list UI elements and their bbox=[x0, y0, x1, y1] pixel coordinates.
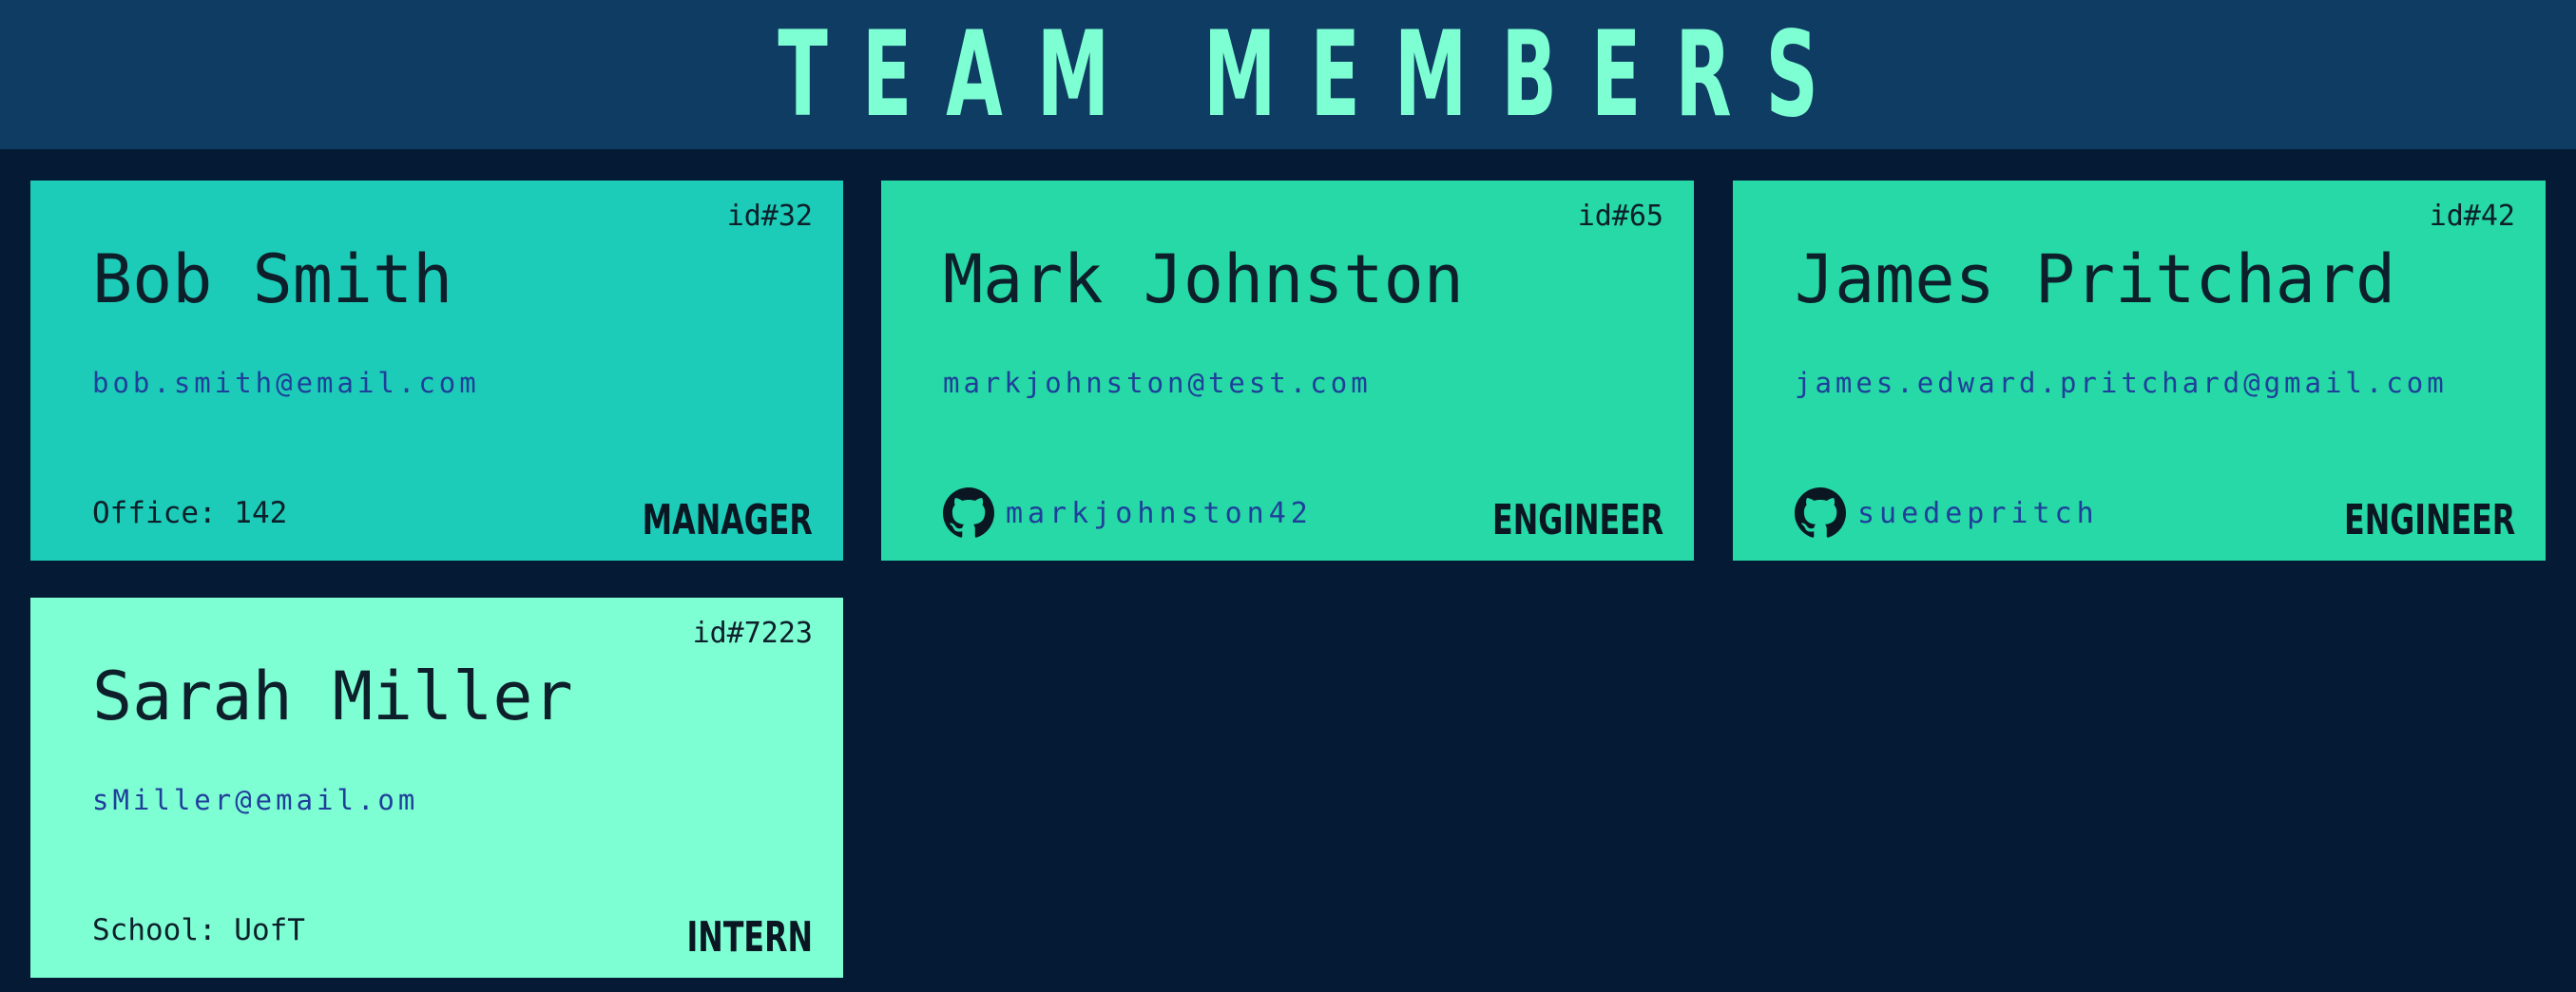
github-icon bbox=[943, 487, 994, 539]
member-footer: markjohnston42 bbox=[943, 486, 1313, 540]
member-email-link[interactable]: james.edward.pritchard@gmail.com bbox=[1795, 367, 2448, 399]
member-id: id#65 bbox=[1577, 200, 1663, 233]
member-email-link[interactable]: markjohnston@test.com bbox=[943, 367, 1372, 399]
member-id: id#42 bbox=[2429, 200, 2515, 233]
role-badge: ENGINEER bbox=[2343, 496, 2515, 544]
member-name: Bob Smith bbox=[92, 240, 453, 318]
member-footer: School: UofT bbox=[92, 904, 305, 957]
role-badge: MANAGER bbox=[642, 496, 813, 544]
member-footer: suedepritch bbox=[1795, 486, 2099, 540]
page-title: TEAM MEMBERS bbox=[778, 6, 1854, 143]
member-email-link[interactable]: bob.smith@email.com bbox=[92, 367, 480, 399]
member-card-engineer: id#65 Mark Johnston markjohnston@test.co… bbox=[881, 181, 1694, 561]
member-footer: Office: 142 bbox=[92, 486, 287, 540]
member-card-engineer: id#42 James Pritchard james.edward.pritc… bbox=[1733, 181, 2546, 561]
member-card-manager: id#32 Bob Smith bob.smith@email.com Offi… bbox=[30, 181, 843, 561]
member-name: Mark Johnston bbox=[943, 240, 1464, 318]
member-name: Sarah Miller bbox=[92, 658, 573, 735]
github-icon bbox=[1795, 487, 1846, 539]
office-number: Office: 142 bbox=[92, 496, 288, 530]
member-card-intern: id#7223 Sarah Miller sMiller@email.om Sc… bbox=[30, 598, 843, 978]
member-id: id#7223 bbox=[692, 617, 813, 650]
member-id: id#32 bbox=[726, 200, 813, 233]
role-badge: ENGINEER bbox=[1491, 496, 1663, 544]
github-username-link[interactable]: markjohnston42 bbox=[1006, 497, 1313, 530]
page-header: TEAM MEMBERS bbox=[0, 0, 2576, 149]
member-name: James Pritchard bbox=[1795, 240, 2396, 318]
role-badge: INTERN bbox=[686, 913, 813, 962]
school-name: School: UofT bbox=[92, 913, 305, 947]
member-email-link[interactable]: sMiller@email.om bbox=[92, 784, 418, 816]
github-username-link[interactable]: suedepritch bbox=[1857, 497, 2099, 530]
